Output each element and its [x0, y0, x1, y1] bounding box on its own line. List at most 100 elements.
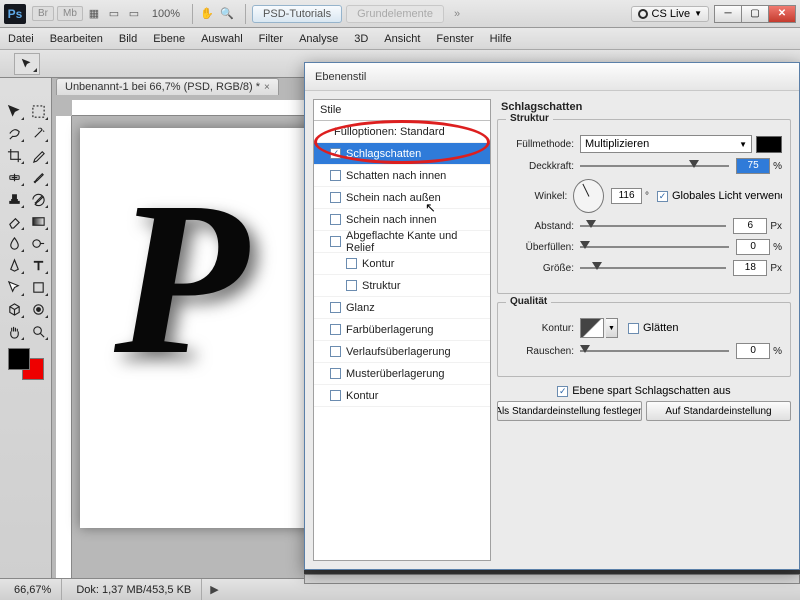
- doc-icon[interactable]: ▭: [106, 6, 122, 22]
- style-checkbox[interactable]: [330, 214, 341, 225]
- style-item-farb-berlagerung[interactable]: Farbüberlagerung: [314, 319, 490, 341]
- tool-history[interactable]: [26, 188, 50, 210]
- style-checkbox[interactable]: [330, 192, 341, 203]
- tool-brush[interactable]: [26, 166, 50, 188]
- menu-ebene[interactable]: Ebene: [153, 33, 185, 45]
- tool-crop[interactable]: [2, 144, 26, 166]
- tool-stamp[interactable]: [2, 188, 26, 210]
- abstand-slider[interactable]: [580, 218, 726, 234]
- style-item-schein-nach-au-en[interactable]: Schein nach außen: [314, 187, 490, 209]
- style-item-muster-berlagerung[interactable]: Musterüberlagerung: [314, 363, 490, 385]
- tool-hand[interactable]: [2, 320, 26, 342]
- style-checkbox[interactable]: [330, 170, 341, 181]
- window-icon[interactable]: ▭: [126, 6, 142, 22]
- menu-auswahl[interactable]: Auswahl: [201, 33, 243, 45]
- menu-bearbeiten[interactable]: Bearbeiten: [50, 33, 103, 45]
- rauschen-slider[interactable]: [580, 343, 729, 359]
- tool-pen[interactable]: [2, 254, 26, 276]
- style-item-verlaufs-berlagerung[interactable]: Verlaufsüberlagerung: [314, 341, 490, 363]
- move-tool-btn[interactable]: [14, 53, 40, 75]
- tool-marquee[interactable]: [26, 100, 50, 122]
- style-item-struktur[interactable]: Struktur: [314, 275, 490, 297]
- document-tab[interactable]: Unbenannt-1 bei 66,7% (PSD, RGB/8) *×: [56, 78, 279, 95]
- winkel-input[interactable]: 116: [611, 188, 642, 204]
- glatten-checkbox[interactable]: [628, 323, 639, 334]
- menu-ansicht[interactable]: Ansicht: [384, 33, 420, 45]
- style-checkbox[interactable]: [330, 368, 341, 379]
- chevron-icon[interactable]: »: [454, 8, 460, 20]
- style-item-kontur[interactable]: Kontur: [314, 253, 490, 275]
- style-checkbox[interactable]: [330, 390, 341, 401]
- fg-color[interactable]: [8, 348, 30, 370]
- tool-blur[interactable]: [2, 232, 26, 254]
- tool-heal[interactable]: [2, 166, 26, 188]
- color-swatches[interactable]: [8, 348, 44, 380]
- rauschen-input[interactable]: 0: [736, 343, 770, 359]
- style-checkbox[interactable]: [330, 324, 341, 335]
- tool-lasso[interactable]: [2, 122, 26, 144]
- dialog-title[interactable]: Ebenenstil: [305, 63, 799, 91]
- deckkraft-input[interactable]: 75: [736, 158, 770, 174]
- tool-wand[interactable]: [26, 122, 50, 144]
- pill-grundelemente[interactable]: Grundelemente: [346, 5, 444, 23]
- style-item-kontur[interactable]: Kontur: [314, 385, 490, 407]
- style-item-abgeflachte-kante-und-relief[interactable]: Abgeflachte Kante und Relief: [314, 231, 490, 253]
- menu-3d[interactable]: 3D: [354, 33, 368, 45]
- tool-3d[interactable]: [2, 298, 26, 320]
- grosse-slider[interactable]: [580, 260, 726, 276]
- tool-move[interactable]: [2, 100, 26, 122]
- tool-path[interactable]: [2, 276, 26, 298]
- close-tab-icon[interactable]: ×: [264, 82, 270, 93]
- contour-swatch[interactable]: [580, 318, 604, 338]
- hdr-btn-br[interactable]: Br: [32, 6, 54, 21]
- style-checkbox[interactable]: [330, 148, 341, 159]
- hdr-btn-mb[interactable]: Mb: [57, 6, 83, 21]
- menu-filter[interactable]: Filter: [259, 33, 283, 45]
- menu-hilfe[interactable]: Hilfe: [490, 33, 512, 45]
- minimize-button[interactable]: ─: [714, 5, 742, 23]
- status-doc[interactable]: Dok: 1,37 MB/453,5 KB: [66, 579, 202, 600]
- style-checkbox[interactable]: [330, 346, 341, 357]
- style-item-schatten-nach-innen[interactable]: Schatten nach innen: [314, 165, 490, 187]
- tool-3d-camera[interactable]: [26, 298, 50, 320]
- status-arrow-icon[interactable]: ▶: [206, 583, 222, 596]
- deckkraft-slider[interactable]: [580, 158, 729, 174]
- zoom-icon[interactable]: 🔍: [219, 6, 235, 22]
- menu-fenster[interactable]: Fenster: [436, 33, 473, 45]
- maximize-button[interactable]: ▢: [741, 5, 769, 23]
- grosse-input[interactable]: 18: [733, 260, 767, 276]
- shadow-color[interactable]: [756, 136, 782, 153]
- uberfullen-input[interactable]: 0: [736, 239, 770, 255]
- style-item-glanz[interactable]: Glanz: [314, 297, 490, 319]
- menu-datei[interactable]: Datei: [8, 33, 34, 45]
- fullmethode-select[interactable]: Multiplizieren▼: [580, 135, 752, 153]
- grid-icon[interactable]: ▦: [86, 6, 102, 22]
- tool-dodge[interactable]: [26, 232, 50, 254]
- style-checkbox[interactable]: [346, 258, 357, 269]
- pill-tutorials[interactable]: PSD-Tutorials: [252, 5, 342, 23]
- knockout-checkbox[interactable]: [557, 386, 568, 397]
- stile-header[interactable]: Stile: [314, 100, 490, 121]
- cslive-button[interactable]: CS Live▼: [631, 6, 709, 22]
- tool-type[interactable]: [26, 254, 50, 276]
- menu-bild[interactable]: Bild: [119, 33, 137, 45]
- zoom-label[interactable]: 100%: [152, 8, 180, 20]
- style-checkbox[interactable]: [346, 280, 357, 291]
- style-checkbox[interactable]: [330, 236, 341, 247]
- angle-dial[interactable]: [573, 179, 604, 213]
- contour-dropdown[interactable]: ▼: [606, 318, 618, 338]
- h-scrollbar[interactable]: [304, 574, 800, 584]
- default-reset-button[interactable]: Auf Standardeinstellung: [646, 401, 791, 421]
- tool-shape[interactable]: [26, 276, 50, 298]
- uberfullen-slider[interactable]: [580, 239, 729, 255]
- tool-gradient[interactable]: [26, 210, 50, 232]
- status-zoom[interactable]: 66,67%: [4, 579, 62, 600]
- menu-analyse[interactable]: Analyse: [299, 33, 338, 45]
- style-item-schein-nach-innen[interactable]: Schein nach innen: [314, 209, 490, 231]
- close-button[interactable]: ✕: [768, 5, 796, 23]
- globales-checkbox[interactable]: [657, 191, 668, 202]
- abstand-input[interactable]: 6: [733, 218, 767, 234]
- style-item-schlagschatten[interactable]: Schlagschatten: [314, 143, 490, 165]
- style-checkbox[interactable]: [330, 302, 341, 313]
- fill-options-item[interactable]: Fülloptionen: Standard: [314, 121, 490, 143]
